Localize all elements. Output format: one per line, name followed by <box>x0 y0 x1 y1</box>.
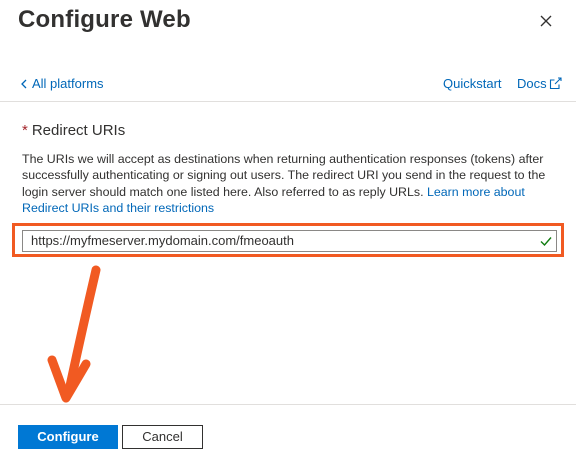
docs-link[interactable]: Docs <box>517 76 562 91</box>
required-marker: * <box>22 122 28 139</box>
close-icon <box>540 15 552 27</box>
redirect-uri-input[interactable]: https://myfmeserver.mydomain.com/fmeoaut… <box>22 230 557 252</box>
redirect-uris-description: The URIs we will accept as destinations … <box>22 151 562 217</box>
checkmark-icon <box>540 237 552 247</box>
platform-nav-row: All platforms Quickstart Docs <box>0 70 576 100</box>
redirect-uris-label-text: Redirect URIs <box>31 122 126 139</box>
close-button[interactable] <box>536 11 556 31</box>
panel-title: Configure Web <box>18 6 191 33</box>
redirect-uris-label: * Redirect URIs <box>22 122 125 139</box>
all-platforms-label: All platforms <box>32 76 104 91</box>
chevron-left-icon <box>21 79 27 88</box>
all-platforms-link[interactable]: All platforms <box>20 76 104 91</box>
docs-label: Docs <box>517 76 547 91</box>
header-divider <box>0 101 576 102</box>
quickstart-link[interactable]: Quickstart <box>443 76 502 91</box>
cancel-button[interactable]: Cancel <box>122 425 203 449</box>
external-link-icon <box>549 77 562 90</box>
footer-divider <box>0 404 576 405</box>
configure-button[interactable]: Configure <box>18 425 118 449</box>
configure-web-panel: Configure Web All platforms Quickstart D… <box>0 0 576 463</box>
